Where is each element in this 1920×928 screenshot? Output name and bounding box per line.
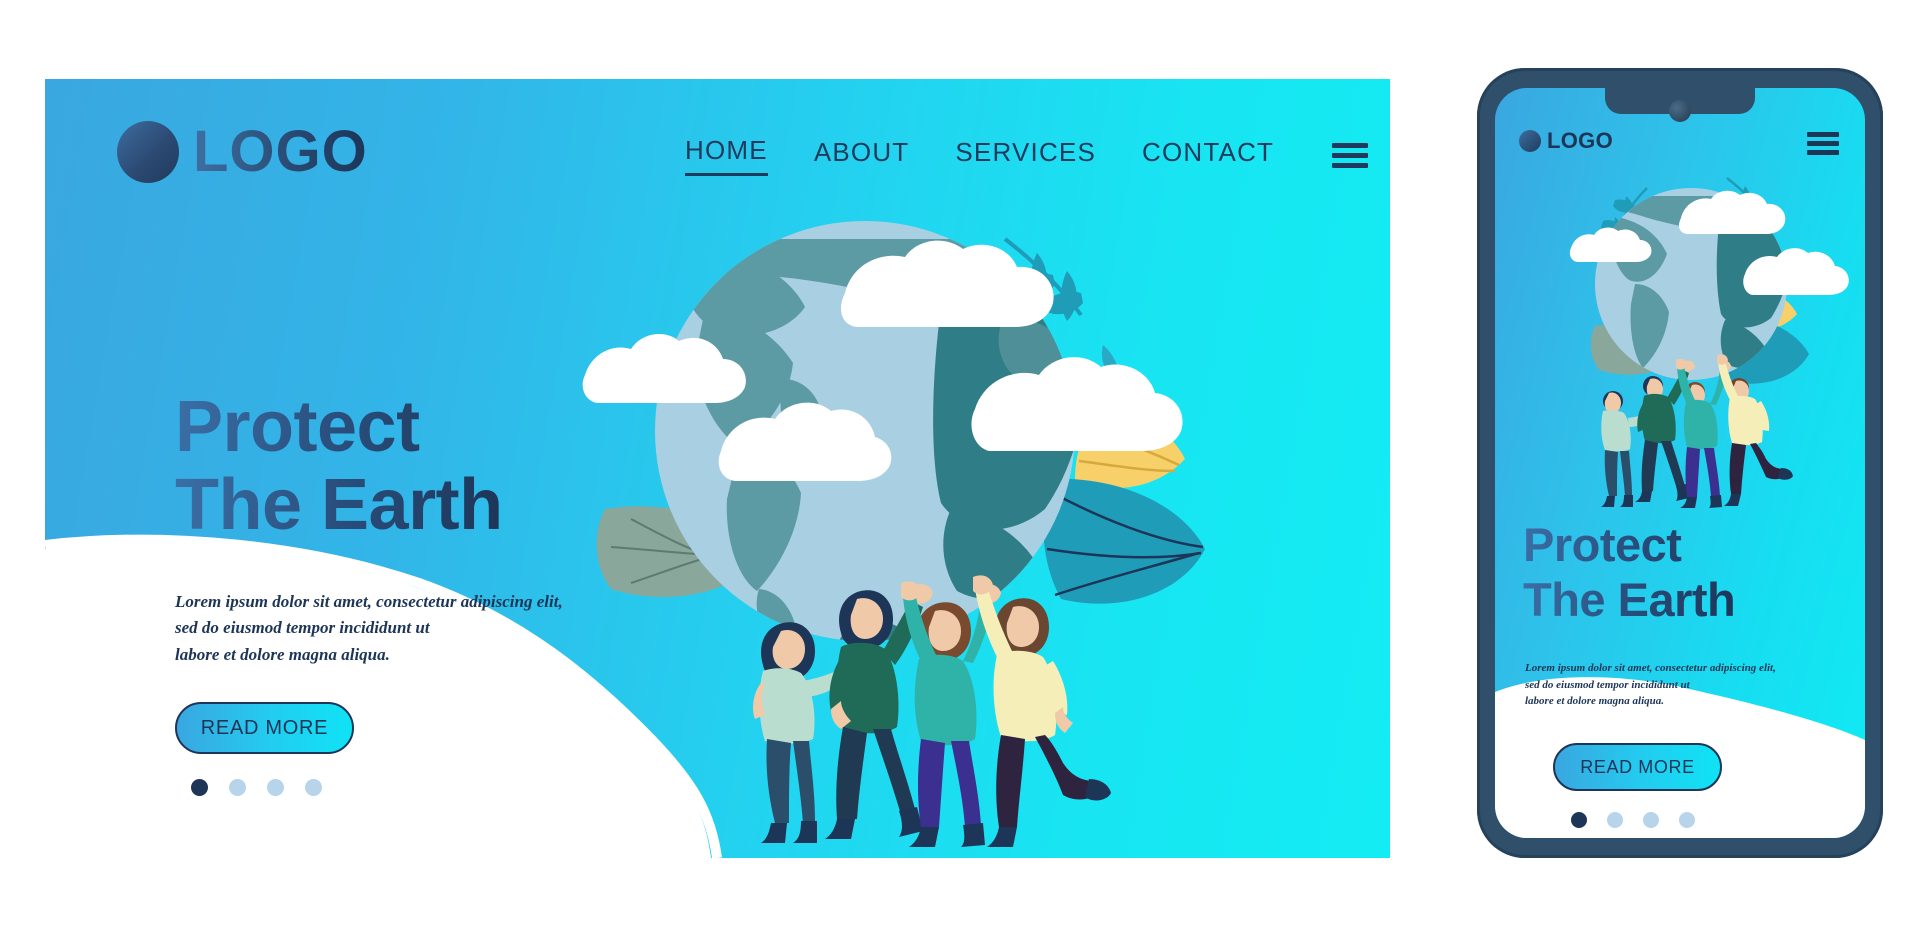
- mobile-carousel-dot-1[interactable]: [1571, 812, 1587, 828]
- landing-page-mockup: LOGO HOME ABOUT SERVICES CONTACT Protect…: [0, 0, 1920, 928]
- carousel-dot-4[interactable]: [305, 779, 322, 796]
- phone-notch: [1605, 88, 1755, 122]
- nav-item-services[interactable]: SERVICES: [955, 137, 1096, 175]
- mobile-paragraph: Lorem ipsum dolor sit amet, consectetur …: [1525, 662, 1776, 707]
- hero-heading-line1: Protect: [175, 388, 503, 467]
- mobile-heading-line1: Protect: [1523, 518, 1735, 573]
- mobile-cloud-top: [1679, 190, 1786, 234]
- person-lifting-center: [901, 581, 1001, 847]
- mobile-white-wave: [1495, 677, 1865, 838]
- person-man-lifting-left: [825, 584, 933, 839]
- hero-heading-line2: The Earth: [175, 464, 503, 545]
- desktop-header: LOGO HOME ABOUT SERVICES CONTACT: [45, 79, 1390, 209]
- leaf-teal-bottomright: [1043, 478, 1205, 604]
- mobile-leaf-yellow: [1737, 288, 1797, 331]
- nav-item-home[interactable]: HOME: [685, 135, 768, 176]
- mobile-globe: [1595, 188, 1787, 380]
- mobile-carousel-dot-4[interactable]: [1679, 812, 1695, 828]
- hero-paragraph: Lorem ipsum dolor sit amet, consectetur …: [175, 592, 563, 664]
- mobile-person-woman: [1601, 391, 1665, 507]
- camera-icon: [1669, 100, 1691, 122]
- carousel-dots: [191, 779, 322, 796]
- mobile-logo-circle-icon: [1519, 130, 1541, 152]
- nav-item-contact[interactable]: CONTACT: [1142, 137, 1274, 175]
- people-group: [753, 575, 1111, 847]
- leaf-sage-bottomleft: [596, 506, 771, 598]
- globe: [655, 221, 1075, 641]
- mobile-carousel-dots: [1571, 812, 1695, 828]
- mobile-screen: LOGO Protect The Earth Lorem ipsum dolor…: [1495, 88, 1865, 838]
- mobile-cloud-left: [1569, 227, 1652, 262]
- main-navigation: HOME ABOUT SERVICES CONTACT: [685, 135, 1369, 176]
- carousel-dot-3[interactable]: [267, 779, 284, 796]
- mobile-heading-line2: The Earth: [1523, 572, 1736, 626]
- logo[interactable]: LOGO: [117, 121, 368, 183]
- hero-heading: Protect The Earth: [175, 388, 503, 545]
- mobile-leaf-sage: [1590, 324, 1687, 375]
- cloud-left: [582, 334, 746, 403]
- mobile-people-group: [1601, 354, 1793, 508]
- logo-text: LOGO: [193, 119, 368, 184]
- person-man-lifting-right: [973, 575, 1111, 847]
- leaf-orange-left: [694, 409, 771, 500]
- leaf-branch-left: [701, 257, 809, 369]
- mobile-mockup: LOGO Protect The Earth Lorem ipsum dolor…: [1477, 68, 1883, 858]
- mobile-header: LOGO: [1495, 130, 1865, 176]
- mobile-leaf-orange: [1609, 284, 1652, 335]
- cloud-right: [971, 357, 1183, 451]
- carousel-dot-2[interactable]: [229, 779, 246, 796]
- mobile-earth-illustration: [1569, 177, 1849, 508]
- mobile-carousel-dot-2[interactable]: [1607, 812, 1623, 828]
- hamburger-icon[interactable]: [1332, 143, 1369, 168]
- mobile-person-center: [1676, 358, 1731, 508]
- desktop-mockup: LOGO HOME ABOUT SERVICES CONTACT Protect…: [45, 79, 1390, 858]
- mobile-cloud-right: [1743, 248, 1849, 295]
- person-woman-waving: [753, 622, 871, 843]
- leaf-branch-right: [1003, 237, 1083, 321]
- mobile-person-man-left: [1635, 360, 1695, 502]
- logo-circle-icon: [117, 121, 179, 183]
- mobile-hamburger-icon[interactable]: [1807, 132, 1839, 155]
- mobile-person-man-right: [1717, 354, 1793, 506]
- mobile-leaf-branch-right: [1726, 177, 1771, 225]
- mobile-carousel-dot-3[interactable]: [1643, 812, 1659, 828]
- cloud-mid: [718, 402, 892, 481]
- read-more-button[interactable]: READ MORE: [175, 702, 354, 754]
- carousel-dot-1[interactable]: [191, 779, 208, 796]
- mobile-logo-text: LOGO: [1547, 128, 1613, 153]
- leaf-branch-right-2: [1073, 345, 1120, 393]
- mobile-read-more-button[interactable]: READ MORE: [1553, 743, 1722, 791]
- mobile-leaf-teal: [1720, 315, 1809, 384]
- leaf-yellow-right: [1075, 411, 1185, 489]
- nav-item-about[interactable]: ABOUT: [814, 137, 910, 175]
- mobile-leaf-branch-left: [1601, 187, 1648, 242]
- cloud-top: [841, 240, 1054, 327]
- mobile-hero-heading: Protect The Earth: [1523, 518, 1736, 627]
- mobile-logo[interactable]: LOGO: [1519, 130, 1613, 152]
